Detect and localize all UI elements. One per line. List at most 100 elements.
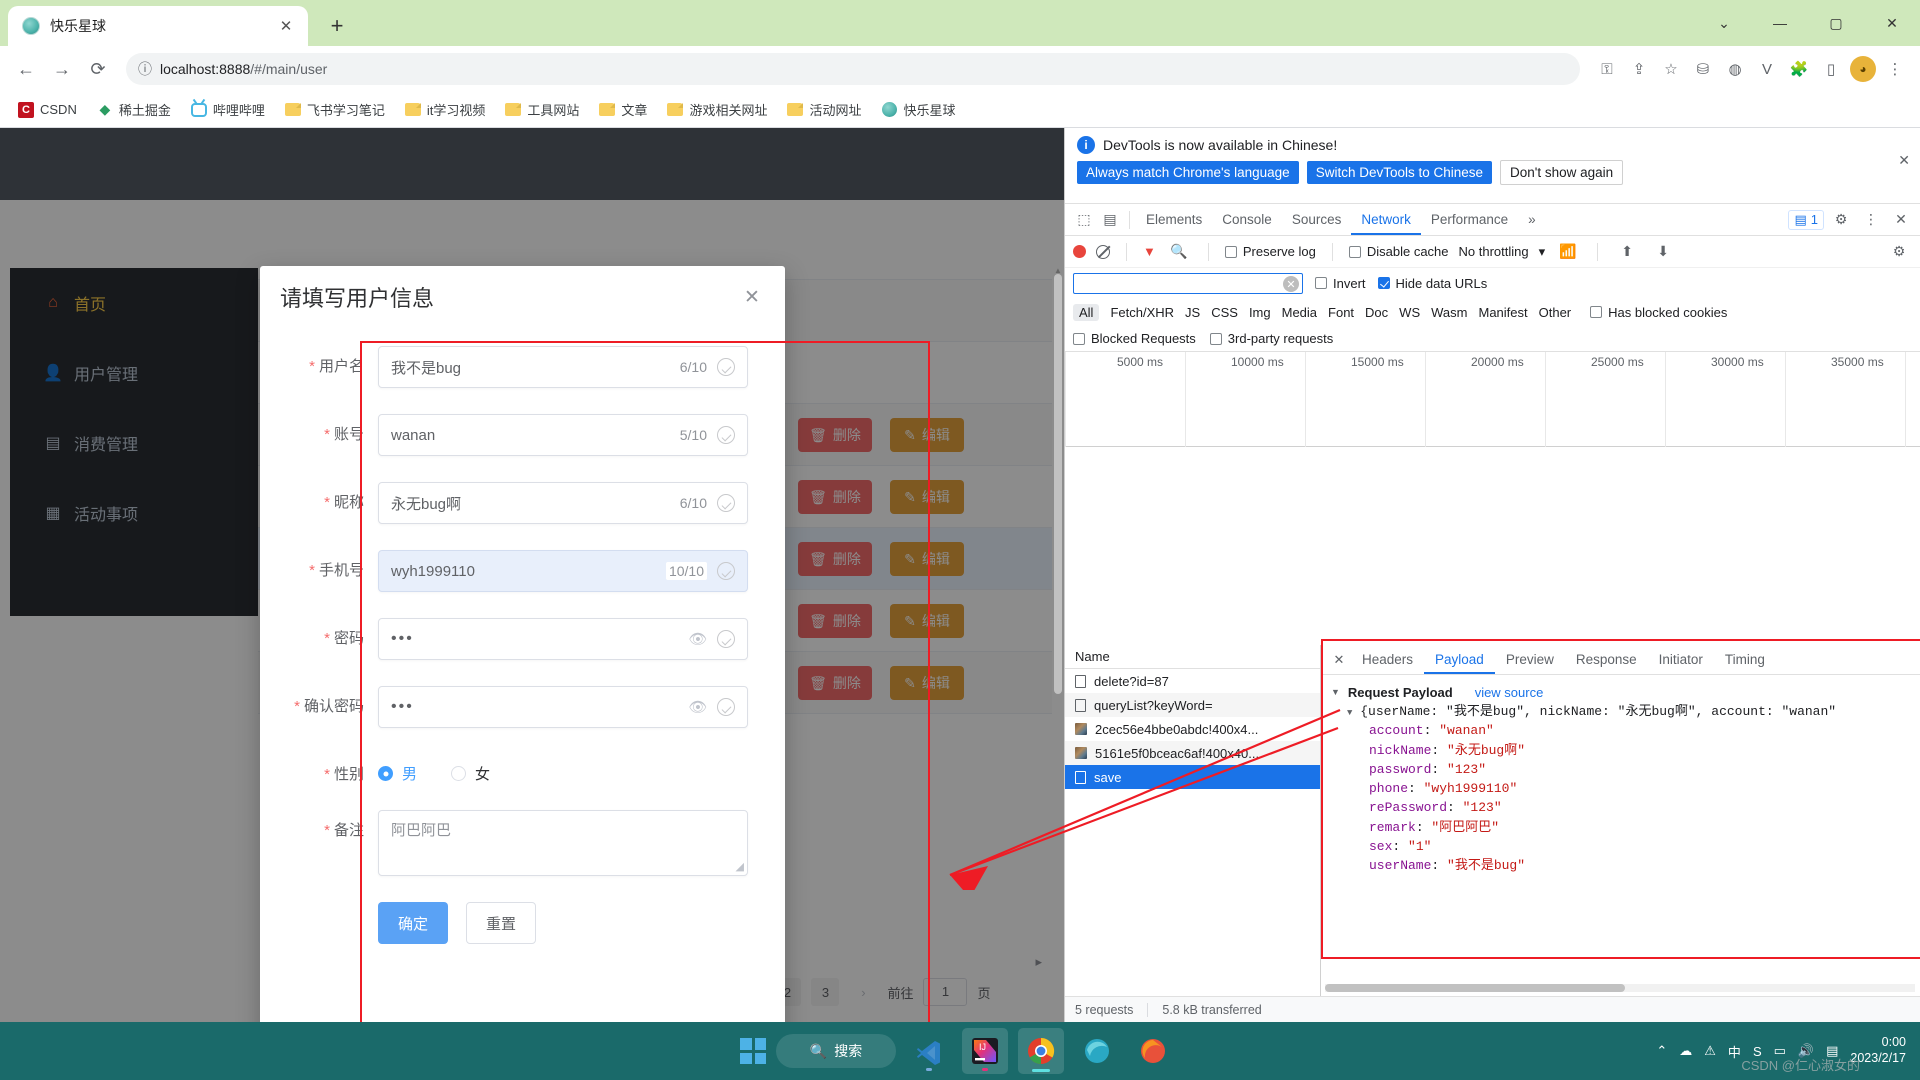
bookmark-csdn[interactable]: C CSDN (10, 98, 85, 122)
preserve-log-checkbox[interactable]: Preserve log (1225, 244, 1316, 259)
chevron-up-icon[interactable]: ⌃ (1656, 1043, 1667, 1059)
triangle-down-icon[interactable]: ▼ (1331, 686, 1340, 699)
more-tabs-icon[interactable]: » (1518, 204, 1546, 235)
type-filter-other[interactable]: Other (1539, 305, 1572, 320)
type-filter-font[interactable]: Font (1328, 305, 1354, 320)
site-info-icon[interactable]: ⓘ (138, 59, 152, 79)
chevron-down-icon[interactable]: ⌄ (1696, 0, 1752, 46)
page-scrollbar[interactable]: ▲ ▼ (1054, 274, 1062, 1022)
tab-network[interactable]: Network (1351, 204, 1421, 235)
address-bar[interactable]: ⓘ localhost:8888/#/main/user (126, 53, 1580, 85)
close-icon[interactable]: ✕ (1327, 648, 1351, 672)
switch-to-chinese-button[interactable]: Switch DevTools to Chinese (1307, 161, 1492, 184)
triangle-down-icon[interactable]: ▼ (1347, 708, 1352, 718)
always-match-language-button[interactable]: Always match Chrome's language (1077, 161, 1299, 184)
search-icon[interactable]: 🔍 (1166, 239, 1192, 265)
firefox-icon[interactable] (1130, 1028, 1176, 1074)
warning-icon[interactable]: ⚠ (1704, 1043, 1716, 1059)
detail-tab-headers[interactable]: Headers (1351, 645, 1424, 674)
close-icon[interactable]: ✕ (739, 284, 765, 310)
windows-logo-icon[interactable] (740, 1038, 766, 1064)
type-filter-css[interactable]: CSS (1211, 305, 1238, 320)
vscode-icon[interactable] (906, 1028, 952, 1074)
shield-icon[interactable]: ◍ (1720, 54, 1750, 84)
new-tab-button[interactable]: + (322, 11, 352, 41)
dont-show-again-button[interactable]: Don't show again (1500, 160, 1623, 185)
bookmark-folder-tools[interactable]: 工具网站 (497, 96, 587, 123)
device-toggle-icon[interactable]: ▤ (1097, 207, 1123, 233)
tab-elements[interactable]: Elements (1136, 204, 1212, 235)
type-filter-doc[interactable]: Doc (1365, 305, 1388, 320)
type-filter-img[interactable]: Img (1249, 305, 1271, 320)
disable-cache-checkbox[interactable]: Disable cache (1349, 244, 1449, 259)
chevron-down-icon[interactable]: ▾ (1539, 244, 1546, 260)
record-icon[interactable] (1073, 245, 1086, 258)
import-icon[interactable]: ⬆ (1614, 239, 1640, 265)
request-row[interactable]: 5161e5f0bceac6af!400x40... (1065, 741, 1320, 765)
detail-tab-timing[interactable]: Timing (1714, 645, 1776, 674)
type-filter-all[interactable]: All (1073, 304, 1099, 321)
bookmark-juejin[interactable]: ◆ 稀土掘金 (89, 96, 179, 123)
close-icon[interactable]: ✕ (1898, 152, 1910, 169)
filter-input[interactable]: ✕ (1073, 273, 1303, 294)
browser-tab[interactable]: 快乐星球 ✕ (8, 6, 308, 46)
scrollbar-thumb[interactable] (1325, 984, 1625, 992)
request-row[interactable]: queryList?keyWord= (1065, 693, 1320, 717)
wifi-settings-icon[interactable]: 📶 (1555, 239, 1581, 265)
blocked-requests-checkbox[interactable]: Blocked Requests (1073, 331, 1196, 346)
settings-gear-icon[interactable]: ⚙ (1828, 207, 1854, 233)
type-filter-wasm[interactable]: Wasm (1431, 305, 1467, 320)
star-icon[interactable]: ☆ (1656, 54, 1686, 84)
bookmark-folder-feishu[interactable]: 飞书学习笔记 (277, 96, 393, 123)
bookmark-happy-planet[interactable]: 快乐星球 (873, 96, 963, 123)
key-icon[interactable]: ⚿ (1592, 54, 1622, 84)
detail-tab-preview[interactable]: Preview (1495, 645, 1565, 674)
payload-summary-line[interactable]: ▼ {userName: "我不是bug", nickName: "永无bug啊… (1331, 702, 1913, 721)
scrollbar-thumb[interactable] (1054, 274, 1062, 694)
forward-icon[interactable]: → (46, 53, 78, 85)
type-filter-ws[interactable]: WS (1399, 305, 1420, 320)
hide-data-urls-checkbox[interactable]: Hide data URLs (1378, 276, 1488, 291)
bookmark-folder-games[interactable]: 游戏相关网址 (659, 96, 775, 123)
detail-tab-response[interactable]: Response (1565, 645, 1648, 674)
bookmark-folder-it[interactable]: it学习视频 (397, 96, 494, 123)
close-icon[interactable]: ✕ (274, 14, 298, 38)
ime-icon[interactable]: 中 (1728, 1042, 1741, 1061)
taskbar-search[interactable]: 🔍 搜索 (776, 1034, 896, 1068)
v-icon[interactable]: V (1752, 54, 1782, 84)
request-row[interactable]: 2cec56e4bbe0abdc!400x4... (1065, 717, 1320, 741)
throttling-select[interactable]: No throttling (1459, 244, 1529, 259)
type-filter-fetch-xhr[interactable]: Fetch/XHR (1110, 305, 1174, 320)
sidepanel-icon[interactable]: ▯ (1816, 54, 1846, 84)
bookmark-folder-activities[interactable]: 活动网址 (779, 96, 869, 123)
more-vertical-icon[interactable]: ⋮ (1880, 54, 1910, 84)
settings-gear-icon[interactable]: ⚙ (1886, 239, 1912, 265)
filter-icon[interactable]: ▼ (1143, 244, 1156, 259)
has-blocked-cookies-checkbox[interactable]: Has blocked cookies (1590, 305, 1727, 320)
detail-tab-payload[interactable]: Payload (1424, 645, 1495, 674)
type-filter-media[interactable]: Media (1282, 305, 1317, 320)
puzzle-icon[interactable]: 🧩 (1784, 54, 1814, 84)
payload-header[interactable]: ▼ Request Payload view source (1331, 683, 1913, 702)
tab-console[interactable]: Console (1212, 204, 1282, 235)
cloud-icon[interactable]: ☁ (1679, 1043, 1692, 1059)
close-window-button[interactable]: ✕ (1864, 0, 1920, 46)
detail-horizontal-scrollbar[interactable] (1325, 984, 1915, 992)
extensions-puzzle-icon[interactable]: ⛁ (1688, 54, 1718, 84)
reload-icon[interactable]: ⟳ (82, 53, 114, 85)
clear-filter-icon[interactable]: ✕ (1283, 276, 1299, 292)
message-badge[interactable]: ▤ 1 (1788, 210, 1824, 230)
tab-performance[interactable]: Performance (1421, 204, 1518, 235)
maximize-button[interactable]: ▢ (1808, 0, 1864, 46)
network-timeline-overview[interactable]: 5000 ms 10000 ms 15000 ms 20000 ms 25000… (1065, 352, 1920, 447)
share-icon[interactable]: ⇪ (1624, 54, 1654, 84)
tab-sources[interactable]: Sources (1282, 204, 1352, 235)
chrome-icon[interactable] (1018, 1028, 1064, 1074)
type-filter-manifest[interactable]: Manifest (1478, 305, 1527, 320)
type-filter-js[interactable]: JS (1185, 305, 1200, 320)
invert-checkbox[interactable]: Invert (1315, 276, 1366, 291)
more-vertical-icon[interactable]: ⋮ (1858, 207, 1884, 233)
export-icon[interactable]: ⬇ (1650, 239, 1676, 265)
request-row-selected[interactable]: save (1065, 765, 1320, 789)
jetbrains-icon[interactable]: IJ (962, 1028, 1008, 1074)
